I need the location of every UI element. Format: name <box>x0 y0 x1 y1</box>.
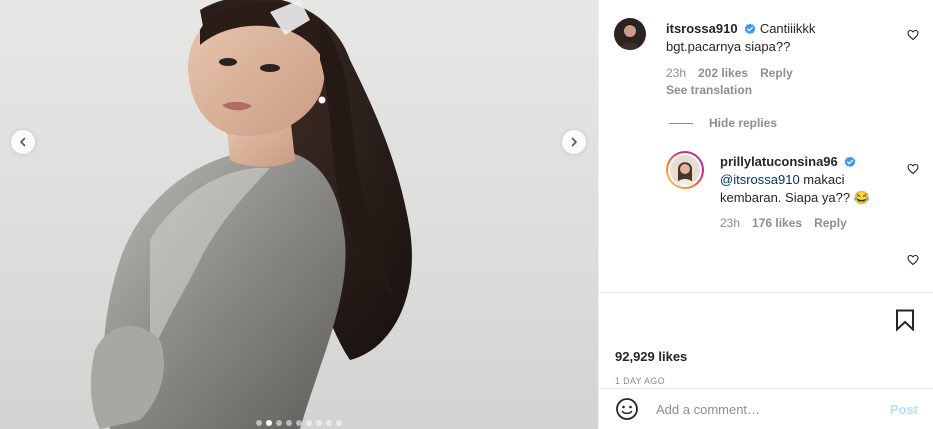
avatar[interactable] <box>666 151 704 189</box>
comment-username[interactable]: itsrossa910 <box>666 21 738 36</box>
hide-replies-toggle[interactable]: Hide replies <box>669 116 777 130</box>
bookmark-icon[interactable] <box>895 309 915 331</box>
comment-time: 23h <box>720 216 741 230</box>
comment-input[interactable] <box>654 400 868 418</box>
carousel-indicator <box>256 420 342 426</box>
chevron-right-icon <box>571 137 577 147</box>
comment-time: 23h <box>666 66 687 80</box>
emoji-picker-button[interactable] <box>614 396 640 422</box>
next-slide-button[interactable] <box>562 130 586 154</box>
heart-outline-icon[interactable] <box>907 254 919 266</box>
post-media <box>0 0 598 429</box>
heart-outline-icon[interactable] <box>907 29 919 41</box>
verified-badge-icon <box>744 23 756 35</box>
comment-likes[interactable]: 176 likes <box>752 216 802 230</box>
reply-body: prillylatuconsina96 @itsrossa910 makaci … <box>720 153 890 207</box>
avatar-image <box>670 155 700 185</box>
mention-link[interactable]: @itsrossa910 <box>720 172 800 187</box>
carousel-dot <box>326 420 332 426</box>
post-photo <box>90 0 412 429</box>
reply-button[interactable]: Reply <box>814 216 847 230</box>
comment-meta: 23h 202 likes Reply <box>666 66 793 80</box>
comment-meta: 23h 176 likes Reply <box>720 216 847 230</box>
avatar-image <box>620 24 640 50</box>
verified-badge-icon <box>845 156 856 168</box>
carousel-dot <box>336 420 342 426</box>
carousel-dot <box>296 420 302 426</box>
post-button[interactable]: Post <box>890 402 918 417</box>
hide-replies-label: Hide replies <box>709 116 778 130</box>
previous-slide-button[interactable] <box>11 130 35 154</box>
see-translation-link[interactable]: See translation <box>666 83 752 97</box>
carousel-dot <box>306 420 312 426</box>
chevron-left-icon <box>20 137 26 147</box>
heart-outline-icon[interactable] <box>907 163 919 175</box>
comments-panel: itsrossa910 Cantiiikkk bgt.pacarnya siap… <box>598 0 933 429</box>
comment-username[interactable]: prillylatuconsina96 <box>720 154 838 169</box>
avatar[interactable] <box>614 18 646 50</box>
carousel-dot <box>276 420 282 426</box>
carousel-dot <box>266 420 272 426</box>
divider-line <box>669 122 693 124</box>
comment-composer: Post <box>599 389 933 429</box>
post-timestamp: 1 DAY AGO <box>615 376 665 386</box>
comment-body: itsrossa910 Cantiiikkk bgt.pacarnya siap… <box>666 20 886 56</box>
carousel-dot <box>316 420 322 426</box>
reply-button[interactable]: Reply <box>760 66 793 80</box>
post-modal: itsrossa910 Cantiiikkk bgt.pacarnya siap… <box>0 0 933 429</box>
carousel-dot <box>256 420 262 426</box>
section-divider <box>599 292 933 293</box>
comment-likes[interactable]: 202 likes <box>698 66 748 80</box>
carousel-dot <box>286 420 292 426</box>
likes-count[interactable]: 92,929 likes <box>615 349 687 364</box>
smiley-icon <box>616 398 638 420</box>
